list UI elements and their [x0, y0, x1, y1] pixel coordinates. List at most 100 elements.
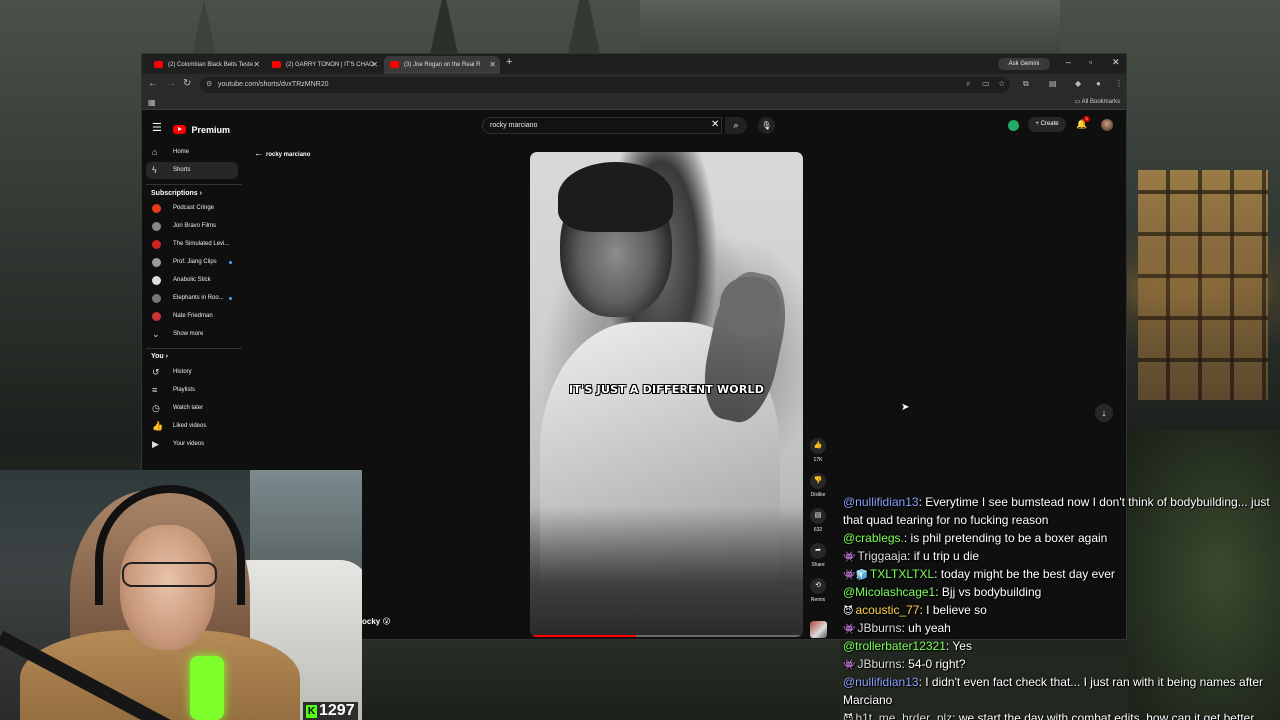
apps-grid-icon[interactable]: ▦	[148, 98, 156, 107]
cast-icon[interactable]: ▭	[982, 79, 990, 88]
sound-thumbnail[interactable]	[810, 621, 827, 638]
chat-username[interactable]: JBburns	[857, 657, 901, 671]
channel-name: Elephants in Roo...	[173, 295, 224, 301]
site-info-icon[interactable]: ⚙	[206, 77, 212, 93]
create-button[interactable]: + Create	[1028, 117, 1066, 132]
forward-icon[interactable]: →	[166, 78, 176, 89]
show-more-button[interactable]: ⌄ Show more	[146, 326, 238, 343]
sidebar-item-home[interactable]: ⌂ Home	[146, 144, 238, 161]
channel-name: Prof. Jiang Clips	[173, 259, 217, 265]
channel-avatar	[152, 276, 161, 285]
shorts-video-player[interactable]: IT'S JUST A DIFFERENT WORLD	[530, 152, 803, 637]
extensions-icon[interactable]: ⧉	[1023, 79, 1029, 89]
browser-tab[interactable]: (2) Colombian Black Belts Teste ✕	[148, 56, 264, 74]
sidebar-item-channel[interactable]: Prof. Jiang Clips	[146, 254, 238, 271]
sidebar-item-channel[interactable]: The Simulated Levi...	[146, 236, 238, 253]
comment-count: 632	[813, 527, 823, 533]
account-avatar[interactable]	[1101, 119, 1113, 131]
chat-username[interactable]: @nullifidian13	[843, 495, 919, 509]
video-progress-bar[interactable]	[530, 635, 803, 637]
video-figure	[558, 162, 673, 232]
minimize-icon[interactable]: –	[1066, 57, 1071, 67]
all-bookmarks-button[interactable]: ▭ All Bookmarks	[1075, 98, 1120, 105]
extension-icon[interactable]: ◆	[1075, 79, 1081, 88]
tab-close-icon[interactable]: ✕	[371, 56, 378, 74]
search-input[interactable]: rocky marciano	[482, 117, 722, 134]
back-icon[interactable]: ←	[148, 78, 158, 89]
microphone	[190, 656, 224, 720]
ask-gemini-button[interactable]: Ask Gemini	[998, 58, 1050, 70]
new-content-dot	[229, 297, 232, 300]
like-button[interactable]: 👍 17K	[808, 438, 828, 463]
back-label: rocky marciano	[266, 152, 311, 158]
search-value: rocky marciano	[490, 122, 538, 129]
kick-logo-icon: K	[306, 705, 317, 718]
sidebar-item-history[interactable]: ↺ History	[146, 364, 238, 381]
sidebar-item-watch-later[interactable]: ◷ Watch later	[146, 400, 238, 417]
sidebar-item-channel[interactable]: Elephants in Roo...	[146, 290, 238, 307]
extension-badge-icon[interactable]	[1008, 120, 1019, 131]
sidebar-item-channel[interactable]: Jon Bravo Films	[146, 218, 238, 235]
share-button[interactable]: ➦ Share	[808, 543, 828, 568]
remix-button[interactable]: ⟲ Remix	[808, 578, 828, 603]
chat-message: 👾 JBburns: 54-0 right?	[843, 656, 1273, 675]
chat-username[interactable]: h1t_me_hrder_plz	[855, 711, 952, 720]
address-bar[interactable]: ⚙ youtube.com/shorts/dvxTRzMNR20	[200, 77, 1010, 93]
sidebar-item-your-videos[interactable]: ▶ Your videos	[146, 436, 238, 453]
subscriptions-heading[interactable]: Subscriptions ›	[151, 190, 202, 197]
tab-close-icon[interactable]: ✕	[489, 56, 496, 74]
share-label: Share	[811, 562, 825, 568]
chat-username[interactable]: @trollerbater12321	[843, 639, 946, 653]
chat-text: : Bjj vs bodybuilding	[935, 585, 1042, 599]
chat-message: @nullifidian13: I didn't even fact check…	[843, 674, 1273, 709]
sidebar-item-channel[interactable]: Nate Friedman	[146, 308, 238, 325]
comments-button[interactable]: ▤ 632	[808, 508, 828, 533]
sidebar-item-liked-videos[interactable]: 👍 Liked videos	[146, 418, 238, 435]
search-button[interactable]: ⌕	[725, 117, 747, 134]
thumbs-up-icon: 👍	[810, 438, 826, 454]
mouse-cursor-icon: ➤	[901, 402, 910, 413]
voice-search-icon[interactable]: 🎙	[758, 117, 775, 134]
chat-username[interactable]: @Micolashcage1	[843, 585, 935, 599]
browser-menu-icon[interactable]: ⋮	[1115, 79, 1123, 88]
chat-username[interactable]: @crablegs.	[843, 531, 904, 545]
you-heading[interactable]: You ›	[151, 353, 168, 360]
building-decor	[640, 0, 1060, 60]
overlay-text: ocky 😮	[362, 617, 391, 626]
dislike-button[interactable]: 👎 Dislike	[808, 473, 828, 498]
maximize-icon[interactable]: ▫	[1089, 57, 1092, 67]
back-to-results-button[interactable]: ← rocky marciano	[254, 148, 310, 158]
sidebar-item-channel[interactable]: Podcast Cringe	[146, 200, 238, 217]
chat-username[interactable]: TXLTXLTXL	[870, 567, 934, 581]
new-tab-button[interactable]: +	[506, 56, 512, 68]
chat-message: 👾 JBburns: uh yeah	[843, 620, 1273, 639]
zoom-icon[interactable]: ⌕	[966, 79, 970, 89]
chat-username[interactable]: acoustic_77	[855, 603, 919, 617]
sidepanel-icon[interactable]: ▤	[1049, 79, 1057, 88]
close-window-icon[interactable]: ✕	[1112, 57, 1120, 68]
browser-tab[interactable]: (2) GARRY TONON | IT'S CHAO ✕	[266, 56, 382, 74]
youtube-logo[interactable]: Premium	[173, 121, 230, 139]
webcam-overlay	[0, 470, 362, 720]
sidebar-item-channel[interactable]: Anabolic Stick	[146, 272, 238, 289]
hamburger-menu-icon[interactable]: ☰	[152, 121, 162, 134]
tab-close-icon[interactable]: ✕	[253, 56, 260, 74]
you-label: You	[151, 353, 164, 360]
chat-message: 😈 h1t_me_hrder_plz: we start the day with…	[843, 710, 1273, 720]
reload-icon[interactable]: ↻	[183, 78, 191, 89]
youtube-play-icon	[173, 125, 186, 135]
chat-text: : is phil pretending to be a boxer again	[903, 531, 1108, 545]
browser-tab-active[interactable]: (3) Joe Rogan on the Real R ✕	[384, 56, 500, 74]
chat-username[interactable]: Triggaaja	[857, 549, 907, 563]
chat-username[interactable]: JBburns	[857, 621, 901, 635]
clear-search-icon[interactable]: ✕	[711, 119, 719, 130]
next-video-arrow-icon[interactable]: ↓	[1095, 404, 1113, 422]
chat-badge-icon: 👾	[843, 624, 856, 635]
sidebar-item-shorts[interactable]: ϟ Shorts	[146, 162, 238, 179]
youtube-favicon-icon	[154, 61, 163, 68]
chat-username[interactable]: @nullifidian13	[843, 675, 919, 689]
bookmark-star-icon[interactable]: ☆	[998, 79, 1005, 88]
sidebar-item-playlists[interactable]: ≡ Playlists	[146, 382, 238, 399]
extension-icon[interactable]: ●	[1096, 79, 1101, 88]
comment-icon: ▤	[810, 508, 826, 524]
